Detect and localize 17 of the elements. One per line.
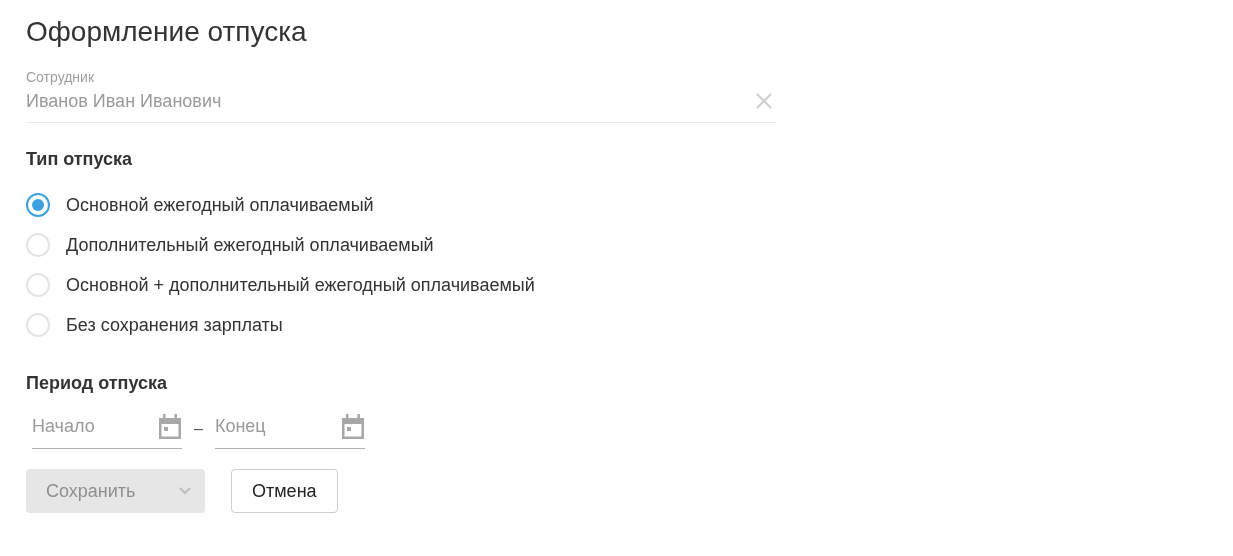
page-title: Оформление отпуска <box>26 15 308 49</box>
section-heading: Тип отпуска <box>26 148 134 171</box>
calendar-icon[interactable] <box>158 413 182 440</box>
cancel-button[interactable]: Отмена <box>231 469 338 513</box>
chevron-down-icon <box>179 487 191 495</box>
calendar-icon[interactable] <box>340 413 365 440</box>
radio-label[interactable]: Дополнительный ежегодный оплачиваемый <box>66 231 434 259</box>
radio-button[interactable] <box>26 193 50 217</box>
field-label: Сотрудник <box>26 68 95 86</box>
radio-label[interactable]: Без сохранения зарплаты <box>66 311 283 339</box>
range-separator: – <box>193 419 204 439</box>
radio-label[interactable]: Основной ежегодный оплачиваемый <box>66 191 374 219</box>
date-input[interactable]: Начало <box>32 413 142 440</box>
date-input[interactable]: Конец <box>214 413 325 440</box>
section-heading: Период отпуска <box>26 372 169 395</box>
radio-label[interactable]: Основной + дополнительный ежегодный оплачиваемый <box>66 271 535 299</box>
field-value: Иванов Иван Иванович <box>26 90 222 113</box>
